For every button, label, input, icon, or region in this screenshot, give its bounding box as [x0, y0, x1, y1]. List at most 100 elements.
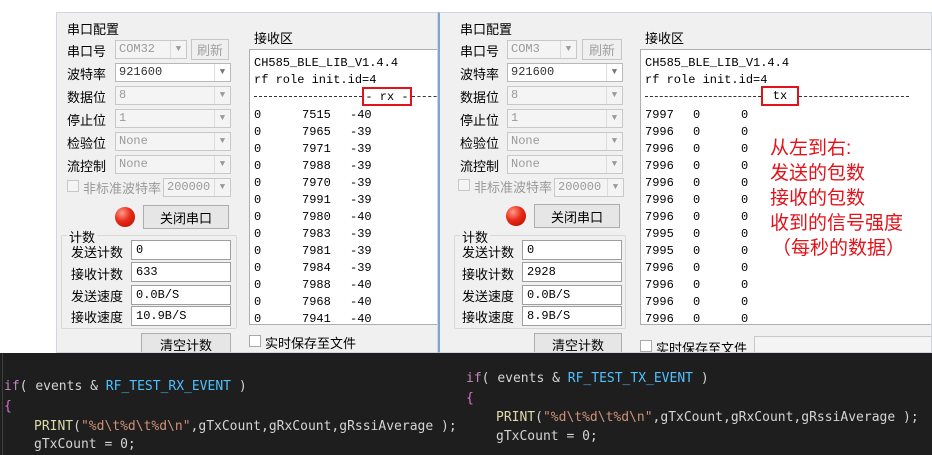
nonstandard-baud-select[interactable]: 200000 ▼ [554, 178, 624, 197]
receive-data-cell: 7996 [645, 142, 674, 156]
code-line-brace: { [4, 399, 12, 414]
code-line-print: PRINT("%d\t%d\t%d\n",gTxCount,gRxCount,g… [34, 419, 457, 434]
receive-data-cell: 0 [693, 244, 701, 258]
baud-select[interactable]: 921600 ▼ [507, 63, 623, 82]
receive-data-cell: -39 [350, 193, 372, 207]
code-line-if: if( events & RF_TEST_TX_EVENT ) [466, 371, 709, 386]
receive-data-cell: 0 [741, 176, 749, 190]
receive-data-cell: 7981 [302, 244, 331, 258]
chevron-down-icon: ▼ [607, 179, 623, 196]
receive-data-cell: -39 [350, 125, 372, 139]
receive-data-cell: 7970 [302, 176, 331, 190]
baud-label: 波特率 [460, 67, 500, 82]
save-to-file-checkbox[interactable] [249, 335, 261, 347]
databits-select[interactable]: 8 ▼ [507, 86, 623, 105]
annotation-line: 接收的包数 [770, 188, 866, 209]
rx-speed-value: 10.9B/S [131, 306, 231, 326]
receive-data-cell: 0 [741, 142, 749, 156]
receive-data-cell: 0 [741, 210, 749, 224]
receive-header-line: CH585_BLE_LIB_V1.4.4 [254, 56, 399, 70]
nonstandard-baud-label: 非标准波特率 [83, 181, 162, 196]
save-to-file-checkbox[interactable] [640, 340, 652, 352]
separator-dashes [254, 96, 362, 97]
port-status-led-icon [506, 206, 526, 226]
receive-header-line: rf role init.id=4 [645, 73, 768, 87]
receive-data-cell: 0 [693, 312, 701, 325]
save-to-file-label: 实时保存至文件 [265, 336, 357, 351]
close-port-button[interactable]: 关闭串口 [534, 204, 620, 228]
stopbits-select[interactable]: 1 ▼ [115, 109, 231, 128]
chevron-down-icon: ▼ [606, 156, 622, 173]
code-line-reset: gTxCount = 0; [34, 437, 136, 452]
receive-data-cell: 0 [254, 210, 262, 224]
receive-data-cell: 0 [693, 159, 701, 173]
receive-data-cell: 0 [254, 227, 262, 241]
port-select[interactable]: COM3 ▼ [507, 40, 577, 59]
rx-mode-marker: - rx - [362, 87, 412, 106]
databits-select[interactable]: 8 ▼ [115, 86, 231, 105]
receive-data-cell: 7996 [645, 278, 674, 292]
tx-speed-label: 发送速度 [462, 289, 515, 304]
receive-data-cell: 0 [693, 295, 701, 309]
receive-data-cell: 7996 [645, 176, 674, 190]
tx-speed-value: 0.0B/S [131, 285, 231, 305]
save-path-field[interactable] [754, 336, 931, 352]
annotation-line: （每秒的数据） [772, 238, 906, 259]
baud-select[interactable]: 921600 ▼ [115, 63, 231, 82]
receive-data-cell: 0 [254, 261, 262, 275]
code-line-print: PRINT("%d\t%d\t%d\n",gTxCount,gRxCount,g… [496, 410, 919, 425]
stopbits-select[interactable]: 1 ▼ [507, 109, 623, 128]
flowcontrol-select[interactable]: None ▼ [115, 155, 231, 174]
receive-data-cell: -40 [350, 108, 372, 122]
config-group-title: 串口配置 [460, 22, 513, 37]
clear-count-button[interactable]: 清空计数 [534, 333, 622, 352]
receive-data-cell: 0 [254, 108, 262, 122]
receive-data-cell: 0 [693, 176, 701, 190]
receive-data-cell: 0 [741, 125, 749, 139]
receive-textarea[interactable]: CH585_BLE_LIB_V1.4.4 rf role init.id=4 -… [249, 49, 437, 325]
tx-mode-marker: tx [761, 86, 799, 106]
receive-data-cell: 0 [254, 193, 262, 207]
receive-data-cell: 7971 [302, 142, 331, 156]
refresh-button[interactable]: 刷新 [582, 39, 622, 60]
tx-count-value: 0 [522, 240, 622, 260]
tx-speed-label: 发送速度 [71, 289, 124, 304]
receive-data-cell: 7996 [645, 210, 674, 224]
clear-count-button[interactable]: 清空计数 [141, 333, 231, 352]
receive-data-cell: 7991 [302, 193, 331, 207]
receive-data-cell: 7996 [645, 125, 674, 139]
nonstandard-baud-checkbox[interactable] [458, 179, 470, 191]
rx-count-label: 接收计数 [462, 267, 515, 282]
receive-data-cell: 0 [741, 244, 749, 258]
receive-data-cell: 7515 [302, 108, 331, 122]
databits-label: 数据位 [67, 90, 107, 105]
rx-speed-label: 接收速度 [71, 310, 124, 325]
refresh-button[interactable]: 刷新 [191, 39, 229, 60]
nonstandard-baud-label: 非标准波特率 [474, 180, 553, 195]
receive-data-cell: -40 [350, 312, 372, 325]
receive-data-cell: 0 [741, 193, 749, 207]
parity-select[interactable]: None ▼ [115, 132, 231, 151]
port-select[interactable]: COM32 ▼ [115, 40, 187, 59]
databits-label: 数据位 [460, 90, 500, 105]
rx-speed-label: 接收速度 [462, 310, 515, 325]
parity-select[interactable]: None ▼ [507, 132, 623, 151]
nonstandard-baud-checkbox[interactable] [67, 180, 79, 192]
receive-data-cell: 0 [254, 176, 262, 190]
receive-data-cell: 7984 [302, 261, 331, 275]
receive-data-cell: 0 [254, 295, 262, 309]
separator-dashes [645, 96, 761, 97]
receive-data-cell: 7996 [645, 295, 674, 309]
receive-data-cell: 7995 [645, 227, 674, 241]
annotation-text: 从左到右: 发送的包数 接收的包数 收到的信号强度 （每秒的数据） [770, 136, 905, 261]
nonstandard-baud-select[interactable]: 200000 ▼ [163, 178, 231, 197]
receive-data-cell: 7968 [302, 295, 331, 309]
receive-data-cell: 7995 [645, 244, 674, 258]
receive-data-cell: 0 [254, 125, 262, 139]
code-line-brace: { [466, 391, 474, 406]
flowcontrol-select[interactable]: None ▼ [507, 155, 623, 174]
receive-data-cell: 7997 [645, 108, 674, 122]
tx-count-label: 发送计数 [71, 245, 124, 260]
close-port-button[interactable]: 关闭串口 [143, 205, 229, 229]
port-label: 串口号 [460, 44, 500, 59]
